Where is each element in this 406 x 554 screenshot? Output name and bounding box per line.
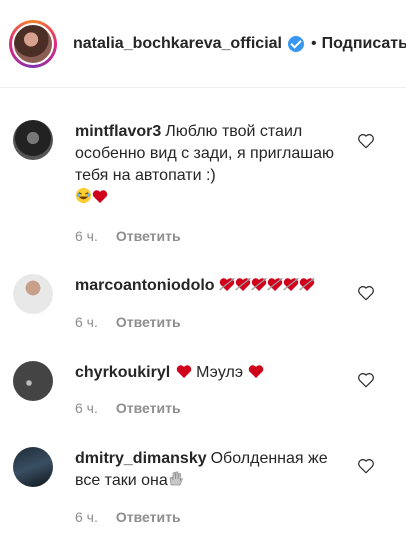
comment-time: 6 ч. [75,228,98,244]
red-heart-emoji [92,190,108,203]
like-heart-icon[interactable] [357,284,375,302]
verified-badge-icon [287,36,304,52]
red-heart-emoji [176,365,192,378]
like-heart-icon[interactable] [357,132,375,150]
like-heart-icon[interactable] [357,371,375,389]
heart-with-arrow-emoji [218,277,235,291]
commenter-username[interactable]: mintflavor3 [75,123,161,140]
commenter-avatar[interactable] [13,274,53,314]
follow-button[interactable]: Подписаться [322,35,406,53]
heart-with-arrow-emoji-group [218,277,315,294]
commenter-avatar[interactable] [13,120,53,160]
reply-button[interactable]: Ответить [116,400,181,416]
profile-avatar[interactable] [12,23,54,65]
comment-text: Мэулэ [196,364,243,381]
reply-button[interactable]: Ответить [116,228,181,244]
comment-text-block: dmitry_dimansky Оболденная же все таки он… [75,448,340,492]
waving-hand-emoji [169,471,183,486]
profile-avatar-story-ring[interactable] [9,20,57,68]
comment-meta: 6 ч. Ответить [75,400,181,416]
commenter-avatar[interactable] [13,361,53,401]
comment-time: 6 ч. [75,400,98,416]
laughing-emoji [75,187,92,204]
heart-with-arrow-emoji [298,277,315,291]
comment-meta: 6 ч. Ответить [75,228,181,244]
separator-dot: • [310,35,317,52]
commenter-avatar[interactable] [13,447,53,487]
comment-time: 6 ч. [75,314,98,330]
comment-text-block: chyrkoukiryl Мэулэ [75,362,345,384]
header-row: natalia_bochkareva_official • Подписатьс… [73,34,406,54]
commenter-username[interactable]: dmitry_dimansky [75,450,207,467]
post-header: natalia_bochkareva_official • Подписатьс… [0,0,406,88]
heart-with-arrow-emoji [282,277,299,291]
commenter-username[interactable]: chyrkoukiryl [75,364,170,381]
comment-text-block: marcoantoniodolo [75,275,350,297]
comment-text-block: mintflavor3 Люблю твой стаил особенно вид… [75,121,345,209]
heart-with-arrow-emoji [234,277,251,291]
comment-time: 6 ч. [75,509,98,525]
reply-button[interactable]: Ответить [116,509,181,525]
like-heart-icon[interactable] [357,457,375,475]
comment-meta: 6 ч. Ответить [75,509,181,525]
heart-with-arrow-emoji [250,277,267,291]
profile-username[interactable]: natalia_bochkareva_official [73,35,282,53]
commenter-username[interactable]: marcoantoniodolo [75,277,215,294]
red-heart-emoji [248,365,264,378]
reply-button[interactable]: Ответить [116,314,181,330]
comment-meta: 6 ч. Ответить [75,314,181,330]
heart-with-arrow-emoji [266,277,283,291]
